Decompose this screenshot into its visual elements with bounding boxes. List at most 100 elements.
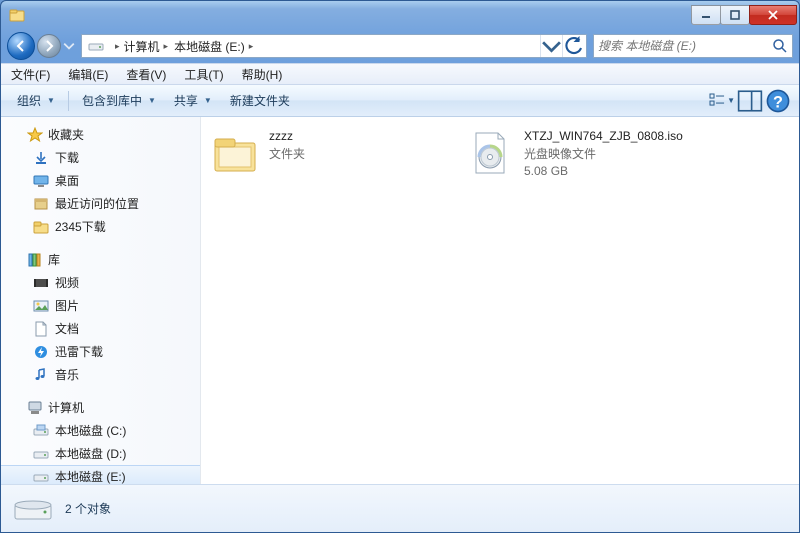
file-type: 文件夹: [269, 145, 305, 162]
folder-icon: [33, 219, 49, 235]
sidebar-item-label: 迅雷下载: [55, 343, 103, 360]
explorer-window: ▸ 计算机 ▸ 本地磁盘 (E:) ▸ 文件(F) 编辑(E: [0, 0, 800, 533]
chevron-down-icon: ▼: [148, 96, 156, 105]
newfolder-label: 新建文件夹: [230, 92, 290, 109]
separator: [68, 91, 69, 111]
back-button[interactable]: [7, 32, 35, 60]
file-list[interactable]: zzzz 文件夹 XTZJ_WI: [201, 117, 799, 484]
nav-buttons: [7, 32, 75, 60]
chevron-down-icon: ▼: [727, 96, 735, 105]
forward-button[interactable]: [37, 34, 61, 58]
file-type: 光盘映像文件: [524, 145, 683, 162]
help-button[interactable]: ?: [765, 90, 791, 112]
favorites-group: 收藏夹 下载 桌面 最近访问的位置 2345下载: [1, 123, 200, 238]
details-pane: 2 个对象: [1, 484, 799, 532]
file-item-folder[interactable]: zzzz 文件夹: [211, 129, 446, 177]
nav-history-dropdown[interactable]: [63, 37, 75, 55]
preview-pane-button[interactable]: [737, 90, 763, 112]
maximize-button[interactable]: [720, 5, 750, 25]
drive-icon: [33, 423, 49, 439]
sidebar-item-pictures[interactable]: 图片: [1, 294, 200, 317]
chevron-down-icon: ▼: [47, 96, 55, 105]
drive-icon: [88, 38, 104, 54]
sidebar-item-label: 下载: [55, 149, 79, 166]
file-item-iso[interactable]: XTZJ_WIN764_ZJB_0808.iso 光盘映像文件 5.08 GB: [466, 129, 701, 178]
search-input[interactable]: [598, 35, 772, 57]
explorer-icon: [9, 7, 25, 23]
library-icon: [27, 252, 43, 268]
sidebar-item-music[interactable]: 音乐: [1, 363, 200, 386]
desktop-icon: [33, 173, 49, 189]
include-label: 包含到库中: [82, 92, 142, 109]
nav-row: ▸ 计算机 ▸ 本地磁盘 (E:) ▸: [1, 29, 799, 63]
music-icon: [33, 367, 49, 383]
refresh-button[interactable]: [562, 35, 584, 57]
video-icon: [33, 275, 49, 291]
file-meta: zzzz 文件夹: [269, 129, 305, 177]
libraries-header[interactable]: 库: [1, 248, 200, 271]
menu-tools[interactable]: 工具(T): [180, 64, 227, 85]
sidebar-item-videos[interactable]: 视频: [1, 271, 200, 294]
sidebar-item-label: 视频: [55, 274, 79, 291]
drive-icon: [33, 469, 49, 485]
address-bar[interactable]: ▸ 计算机 ▸ 本地磁盘 (E:) ▸: [81, 34, 587, 58]
search-box[interactable]: [593, 34, 793, 58]
computer-icon: [27, 400, 43, 416]
folder-icon: [211, 129, 259, 177]
menu-edit[interactable]: 编辑(E): [64, 64, 112, 85]
star-icon: [27, 127, 43, 143]
computer-label: 计算机: [48, 399, 84, 416]
menu-view[interactable]: 查看(V): [122, 64, 170, 85]
sidebar-item-label: 本地磁盘 (C:): [55, 422, 126, 439]
computer-header[interactable]: 计算机: [1, 396, 200, 419]
include-in-library-button[interactable]: 包含到库中 ▼: [74, 89, 164, 112]
svg-text:?: ?: [773, 93, 783, 111]
libraries-label: 库: [48, 251, 60, 268]
sidebar-item-recent[interactable]: 最近访问的位置: [1, 192, 200, 215]
file-name: zzzz: [269, 129, 305, 143]
body-area: 收藏夹 下载 桌面 最近访问的位置 2345下载: [1, 117, 799, 484]
libraries-group: 库 视频 图片 文档 迅雷下载: [1, 248, 200, 386]
sidebar-item-label: 文档: [55, 320, 79, 337]
drive-icon: [13, 493, 53, 525]
sidebar-item-drive-e[interactable]: 本地磁盘 (E:): [1, 465, 200, 484]
sidebar-item-label: 桌面: [55, 172, 79, 189]
organize-button[interactable]: 组织 ▼: [9, 89, 63, 112]
favorites-header[interactable]: 收藏夹: [1, 123, 200, 146]
sidebar-item-2345[interactable]: 2345下载: [1, 215, 200, 238]
menu-help[interactable]: 帮助(H): [238, 64, 287, 85]
breadcrumb-seg-computer[interactable]: ▸ 计算机 ▸: [108, 35, 171, 57]
share-label: 共享: [174, 92, 198, 109]
sidebar-item-documents[interactable]: 文档: [1, 317, 200, 340]
sidebar-item-xunlei[interactable]: 迅雷下载: [1, 340, 200, 363]
status-count: 2 个对象: [65, 500, 111, 517]
new-folder-button[interactable]: 新建文件夹: [222, 89, 298, 112]
sidebar-item-drive-c[interactable]: 本地磁盘 (C:): [1, 419, 200, 442]
search-icon: [772, 38, 788, 54]
xunlei-icon: [33, 344, 49, 360]
favorites-label: 收藏夹: [48, 126, 84, 143]
minimize-button[interactable]: [691, 5, 721, 25]
sidebar-item-desktop[interactable]: 桌面: [1, 169, 200, 192]
chevron-down-icon: ▼: [204, 96, 212, 105]
computer-group: 计算机 本地磁盘 (C:) 本地磁盘 (D:) 本地磁盘 (E:): [1, 396, 200, 484]
command-bar: 组织 ▼ 包含到库中 ▼ 共享 ▼ 新建文件夹 ▼ ?: [1, 85, 799, 117]
menu-file[interactable]: 文件(F): [7, 64, 54, 85]
sidebar-item-label: 最近访问的位置: [55, 195, 139, 212]
sidebar-item-downloads[interactable]: 下载: [1, 146, 200, 169]
window-controls: [692, 5, 797, 25]
sidebar-item-drive-d[interactable]: 本地磁盘 (D:): [1, 442, 200, 465]
sidebar-item-label: 图片: [55, 297, 79, 314]
titlebar: [1, 1, 799, 29]
recent-icon: [33, 196, 49, 212]
drive-icon: [33, 446, 49, 462]
view-options-button[interactable]: ▼: [709, 90, 735, 112]
file-meta: XTZJ_WIN764_ZJB_0808.iso 光盘映像文件 5.08 GB: [524, 129, 683, 178]
breadcrumb-label: 本地磁盘 (E:): [174, 38, 245, 55]
document-icon: [33, 321, 49, 337]
share-button[interactable]: 共享 ▼: [166, 89, 220, 112]
file-name: XTZJ_WIN764_ZJB_0808.iso: [524, 129, 683, 143]
breadcrumb-seg-drive[interactable]: 本地磁盘 (E:) ▸: [171, 35, 256, 57]
address-dropdown[interactable]: [540, 35, 562, 57]
close-button[interactable]: [749, 5, 797, 25]
